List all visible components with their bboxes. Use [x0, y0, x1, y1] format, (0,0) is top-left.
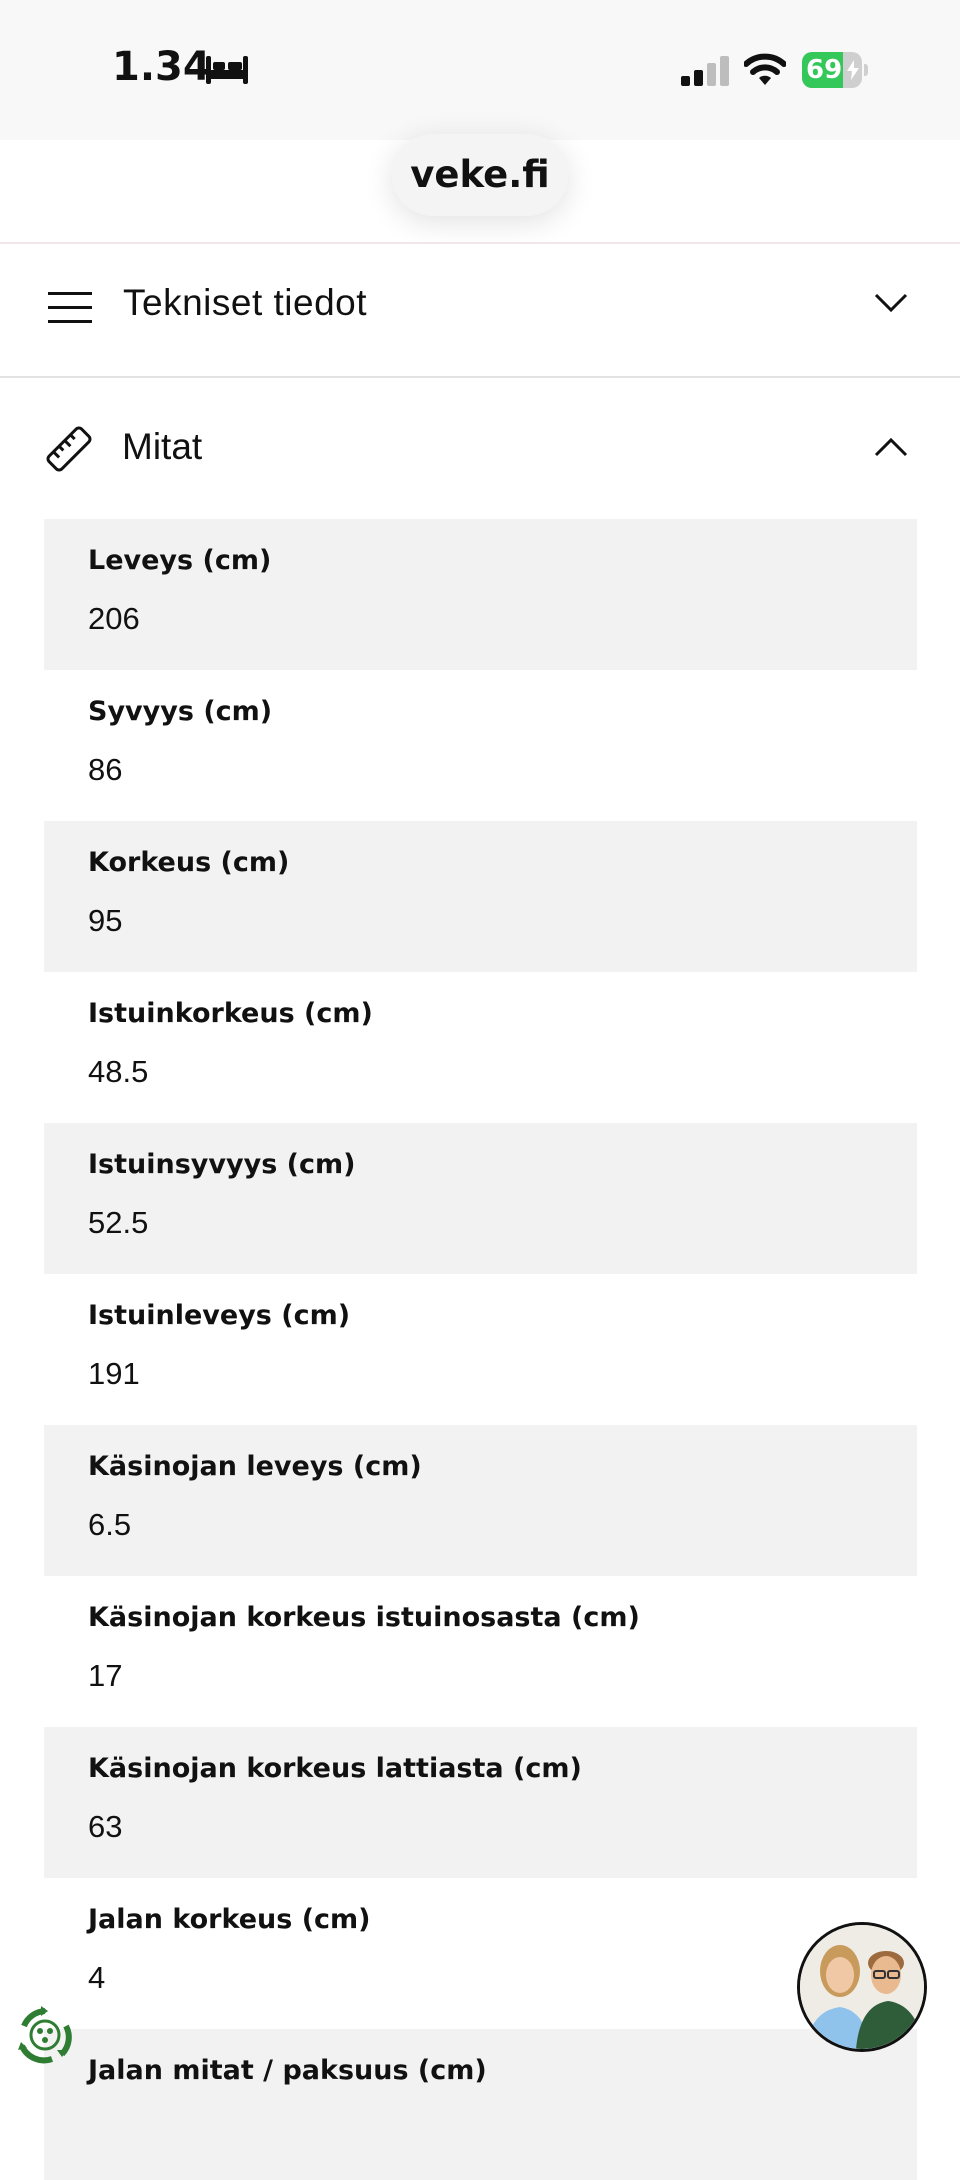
battery-charging-icon: 69: [802, 52, 868, 88]
status-time: 1.34: [112, 44, 211, 90]
spec-row-armrest-height-seat: Käsinojan korkeus istuinosasta (cm) 17: [44, 1576, 917, 1727]
bed-icon: [206, 56, 248, 84]
spec-row-seat-width: Istuinleveys (cm) 191: [44, 1274, 917, 1425]
support-agents-image: [800, 1925, 924, 2049]
spec-value: 191: [88, 1356, 140, 1391]
spec-label: Syvyys (cm): [88, 696, 273, 727]
spec-value: 86: [88, 752, 123, 787]
spec-label: Käsinojan korkeus istuinosasta (cm): [88, 1602, 640, 1633]
spec-row-depth: Syvyys (cm) 86: [44, 670, 917, 821]
cellular-signal-icon: [681, 56, 729, 86]
spec-row-height: Korkeus (cm) 95: [44, 821, 917, 972]
spec-value: 48.5: [88, 1054, 149, 1089]
spec-row-armrest-height-floor: Käsinojan korkeus lattiasta (cm) 63: [44, 1727, 917, 1878]
ruler-icon: [46, 426, 92, 472]
chevron-up-icon[interactable]: [874, 436, 908, 458]
spec-label: Jalan mitat / paksuus (cm): [88, 2055, 487, 2086]
spec-value: 63: [88, 1809, 123, 1844]
dimensions-title: Mitat: [122, 426, 203, 467]
spec-label: Jalan korkeus (cm): [88, 1904, 371, 1935]
spec-label: Istuinkorkeus (cm): [88, 998, 373, 1029]
spec-label: Käsinojan korkeus lattiasta (cm): [88, 1753, 582, 1784]
spec-row-seat-height: Istuinkorkeus (cm) 48.5: [44, 972, 917, 1123]
menu-icon: [48, 292, 92, 323]
spec-label: Leveys (cm): [88, 545, 272, 576]
spec-label: Korkeus (cm): [88, 847, 290, 878]
spec-row-leg-thickness: Jalan mitat / paksuus (cm): [44, 2029, 917, 2180]
spec-value: 206: [88, 601, 140, 636]
spec-label: Käsinojan leveys (cm): [88, 1451, 422, 1482]
status-bar: 1.34 69: [0, 0, 960, 140]
spec-value: 4: [88, 1960, 106, 1995]
dimensions-toggle[interactable]: Mitat: [0, 378, 960, 518]
spec-label: Istuinleveys (cm): [88, 1300, 351, 1331]
spec-value: 95: [88, 903, 123, 938]
spec-value: 6.5: [88, 1507, 132, 1542]
spec-row-armrest-width: Käsinojan leveys (cm) 6.5: [44, 1425, 917, 1576]
chevron-down-icon[interactable]: [874, 292, 908, 314]
dimensions-list: Leveys (cm) 206 Syvyys (cm) 86 Korkeus (…: [44, 519, 917, 2180]
spec-row-seat-depth: Istuinsyvyys (cm) 52.5: [44, 1123, 917, 1274]
address-bar[interactable]: veke.fi: [392, 134, 568, 216]
spec-row-width: Leveys (cm) 206: [44, 519, 917, 670]
section-title: Tekniset tiedot: [123, 282, 368, 323]
spec-label: Istuinsyvyys (cm): [88, 1149, 356, 1180]
chat-support-avatar[interactable]: [797, 1922, 927, 2052]
recycle-icon[interactable]: [14, 2004, 76, 2066]
spec-value: 17: [88, 1658, 123, 1693]
spec-value: 52.5: [88, 1205, 149, 1240]
spec-row-leg-height: Jalan korkeus (cm) 4: [44, 1878, 917, 2029]
charging-bolt-icon: [847, 60, 859, 80]
wifi-icon: [744, 53, 786, 85]
technical-details-toggle[interactable]: Tekniset tiedot: [0, 244, 960, 376]
